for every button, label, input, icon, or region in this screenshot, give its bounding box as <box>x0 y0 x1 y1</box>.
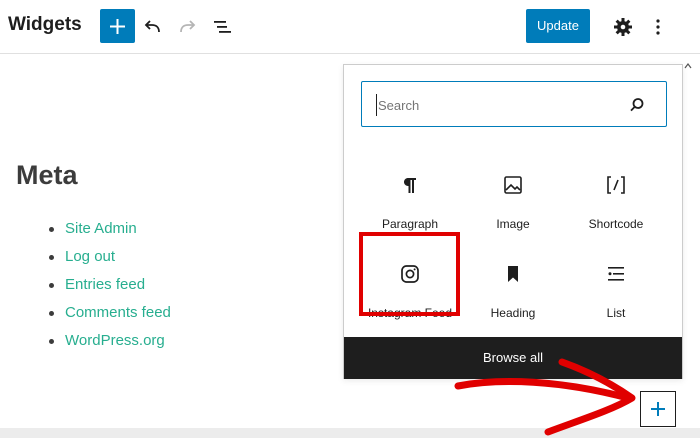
bottom-strip <box>0 428 700 438</box>
scroll-up-icon[interactable] <box>683 56 693 76</box>
block-paragraph[interactable]: Paragraph <box>361 161 459 241</box>
block-heading[interactable]: Heading <box>464 250 562 330</box>
block-label: List <box>606 306 626 320</box>
block-image[interactable]: Image <box>464 161 562 241</box>
block-list[interactable]: List <box>567 250 665 330</box>
more-vertical-icon[interactable] <box>646 15 670 39</box>
bookmark-icon <box>508 266 518 282</box>
list-view-icon[interactable] <box>210 15 234 39</box>
shortcode-icon <box>607 176 625 194</box>
search-icon[interactable] <box>628 96 646 114</box>
block-search <box>361 81 667 127</box>
block-inserter-button[interactable] <box>100 9 135 43</box>
gear-icon[interactable] <box>611 15 635 39</box>
meta-heading: Meta <box>16 160 78 190</box>
list-item-log-out[interactable]: Log out <box>46 246 171 274</box>
meta-links-list: Site Admin Log out Entries feed Comments… <box>46 218 171 358</box>
redo-icon[interactable] <box>175 15 199 39</box>
block-shortcode[interactable]: Shortcode <box>567 161 665 241</box>
block-label: Paragraph <box>381 217 439 231</box>
block-label: Heading <box>490 306 536 320</box>
plus-icon <box>651 402 665 416</box>
list-icon <box>608 267 624 281</box>
list-item-site-admin[interactable]: Site Admin <box>46 218 171 246</box>
list-item-comments-feed[interactable]: Comments feed <box>46 302 171 330</box>
top-toolbar: Widgets Update <box>0 0 700 54</box>
block-label: Image <box>496 217 530 231</box>
block-inserter-popover: Paragraph Image Shortcode Instagram Feed… <box>343 64 683 379</box>
page-title: Widgets <box>8 14 82 35</box>
search-input[interactable] <box>376 94 620 116</box>
image-icon <box>504 176 522 194</box>
update-button[interactable]: Update <box>526 9 590 43</box>
block-label: Shortcode <box>588 217 644 231</box>
undo-icon[interactable] <box>141 15 165 39</box>
paragraph-icon <box>403 178 416 193</box>
add-block-button[interactable] <box>640 391 676 427</box>
list-item-wordpress-org[interactable]: WordPress.org <box>46 330 171 358</box>
plus-icon <box>110 19 125 34</box>
browse-all-button[interactable]: Browse all <box>344 337 682 379</box>
highlight-box <box>359 232 460 316</box>
list-item-entries-feed[interactable]: Entries feed <box>46 274 171 302</box>
